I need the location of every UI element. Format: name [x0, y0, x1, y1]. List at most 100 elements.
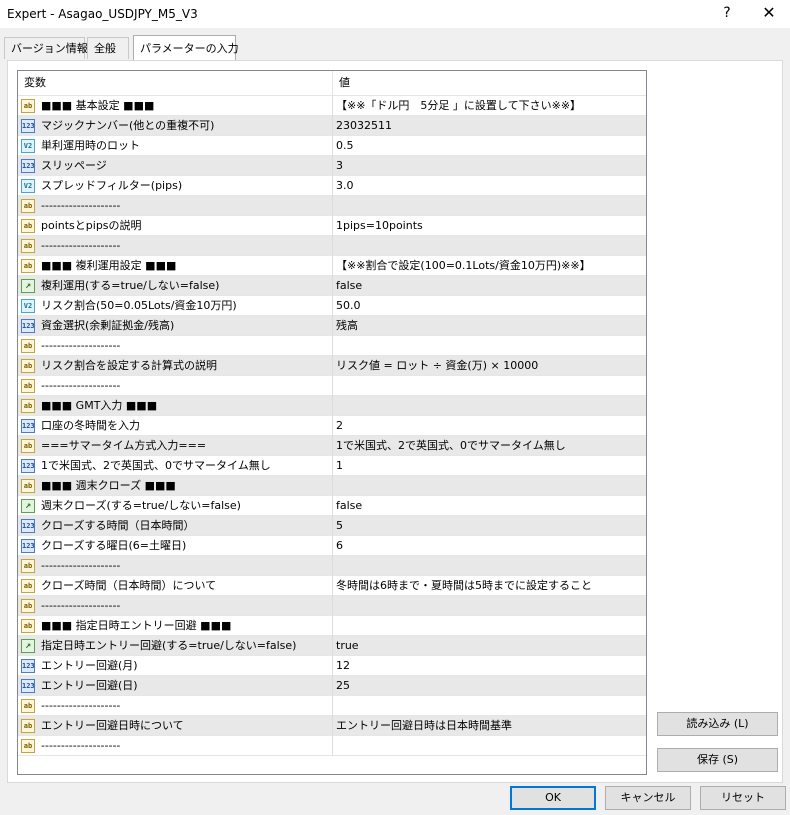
- table-row[interactable]: V2 単利運用時のロット 0.5: [18, 136, 646, 156]
- table-row[interactable]: 123 エントリー回避(月) 12: [18, 656, 646, 676]
- table-row[interactable]: ab エントリー回避日時について エントリー回避日時は日本時間基準: [18, 716, 646, 736]
- variable-cell[interactable]: ab --------------------: [18, 696, 333, 716]
- value-cell[interactable]: [333, 396, 646, 416]
- variable-cell[interactable]: 123 クローズする時間（日本時間）: [18, 516, 333, 536]
- variable-cell[interactable]: 123 口座の冬時間を入力: [18, 416, 333, 436]
- value-cell[interactable]: [333, 556, 646, 576]
- load-button[interactable]: 読み込み (L): [657, 712, 778, 736]
- table-row[interactable]: ab --------------------: [18, 336, 646, 356]
- variable-cell[interactable]: ↗ 週末クローズ(する=true/しない=false): [18, 496, 333, 516]
- table-row[interactable]: ab --------------------: [18, 556, 646, 576]
- value-cell[interactable]: true: [333, 636, 646, 656]
- table-row[interactable]: 123 クローズする時間（日本時間） 5: [18, 516, 646, 536]
- value-cell[interactable]: [333, 616, 646, 636]
- variable-cell[interactable]: 123 マジックナンバー(他との重複不可): [18, 116, 333, 136]
- variable-cell[interactable]: ↗ 指定日時エントリー回避(する=true/しない=false): [18, 636, 333, 656]
- value-cell[interactable]: エントリー回避日時は日本時間基準: [333, 716, 646, 736]
- variable-cell[interactable]: ab --------------------: [18, 556, 333, 576]
- table-row[interactable]: 123 エントリー回避(日) 25: [18, 676, 646, 696]
- close-button[interactable]: ✕: [752, 2, 786, 24]
- table-row[interactable]: ab pointsとpipsの説明 1pips=10points: [18, 216, 646, 236]
- variable-cell[interactable]: ab エントリー回避日時について: [18, 716, 333, 736]
- value-cell[interactable]: 1で米国式、2で英国式、0でサマータイム無し: [333, 436, 646, 456]
- value-cell[interactable]: 1pips=10points: [333, 216, 646, 236]
- variable-cell[interactable]: 123 エントリー回避(日): [18, 676, 333, 696]
- table-row[interactable]: 123 口座の冬時間を入力 2: [18, 416, 646, 436]
- value-cell[interactable]: 残高: [333, 316, 646, 336]
- table-row[interactable]: ab ===サマータイム方式入力=== 1で米国式、2で英国式、0でサマータイム無し: [18, 436, 646, 456]
- table-row[interactable]: ab --------------------: [18, 376, 646, 396]
- help-button[interactable]: ?: [712, 2, 742, 24]
- table-row[interactable]: ↗ 週末クローズ(する=true/しない=false) false: [18, 496, 646, 516]
- table-row[interactable]: ab --------------------: [18, 736, 646, 756]
- variable-cell[interactable]: V2 単利運用時のロット: [18, 136, 333, 156]
- variable-cell[interactable]: ab リスク割合を設定する計算式の説明: [18, 356, 333, 376]
- variable-cell[interactable]: ab pointsとpipsの説明: [18, 216, 333, 236]
- value-cell[interactable]: 3: [333, 156, 646, 176]
- table-row[interactable]: 123 スリッページ 3: [18, 156, 646, 176]
- save-button[interactable]: 保存 (S): [657, 748, 778, 772]
- variable-cell[interactable]: 123 スリッページ: [18, 156, 333, 176]
- table-row[interactable]: ab ■■■ GMT入力 ■■■: [18, 396, 646, 416]
- table-row[interactable]: 123 資金選択(余剰証拠金/残高) 残高: [18, 316, 646, 336]
- value-cell[interactable]: 3.0: [333, 176, 646, 196]
- variable-cell[interactable]: 123 エントリー回避(月): [18, 656, 333, 676]
- tab-parameters[interactable]: パラメーターの入力: [133, 35, 239, 60]
- variable-cell[interactable]: V2 スプレッドフィルター(pips): [18, 176, 333, 196]
- variable-cell[interactable]: 123 資金選択(余剰証拠金/残高): [18, 316, 333, 336]
- value-cell[interactable]: 50.0: [333, 296, 646, 316]
- variable-cell[interactable]: 123 クローズする曜日(6=土曜日): [18, 536, 333, 556]
- variable-cell[interactable]: ab ■■■ 週末クローズ ■■■: [18, 476, 333, 496]
- value-cell[interactable]: [333, 596, 646, 616]
- variable-cell[interactable]: 123 1で米国式、2で英国式、0でサマータイム無し: [18, 456, 333, 476]
- variable-cell[interactable]: ab --------------------: [18, 736, 333, 756]
- ok-button[interactable]: OK: [510, 786, 596, 810]
- table-row[interactable]: ab ■■■ 週末クローズ ■■■: [18, 476, 646, 496]
- column-header-value[interactable]: 値: [333, 71, 646, 95]
- variable-cell[interactable]: V2 リスク割合(50=0.05Lots/資金10万円): [18, 296, 333, 316]
- value-cell[interactable]: 0.5: [333, 136, 646, 156]
- table-row[interactable]: 123 1で米国式、2で英国式、0でサマータイム無し 1: [18, 456, 646, 476]
- table-row[interactable]: 123 クローズする曜日(6=土曜日) 6: [18, 536, 646, 556]
- variable-cell[interactable]: ab --------------------: [18, 196, 333, 216]
- value-cell[interactable]: false: [333, 276, 646, 296]
- table-row[interactable]: ab --------------------: [18, 596, 646, 616]
- table-row[interactable]: 123 マジックナンバー(他との重複不可) 23032511: [18, 116, 646, 136]
- table-row[interactable]: ab --------------------: [18, 696, 646, 716]
- value-cell[interactable]: [333, 476, 646, 496]
- value-cell[interactable]: 25: [333, 676, 646, 696]
- value-cell[interactable]: 冬時間は6時まで・夏時間は5時までに設定すること: [333, 576, 646, 596]
- variable-cell[interactable]: ab ■■■ 複利運用設定 ■■■: [18, 256, 333, 276]
- variable-cell[interactable]: ab ■■■ 指定日時エントリー回避 ■■■: [18, 616, 333, 636]
- table-row[interactable]: V2 リスク割合(50=0.05Lots/資金10万円) 50.0: [18, 296, 646, 316]
- table-row[interactable]: ab ■■■ 基本設定 ■■■ 【※※「ドル円 5分足 」に設置して下さい※※】: [18, 96, 646, 116]
- value-cell[interactable]: [333, 336, 646, 356]
- variable-cell[interactable]: ab ===サマータイム方式入力===: [18, 436, 333, 456]
- variable-cell[interactable]: ab --------------------: [18, 376, 333, 396]
- cancel-button[interactable]: キャンセル: [605, 786, 691, 810]
- column-header-variable[interactable]: 変数: [18, 71, 333, 95]
- table-row[interactable]: ab --------------------: [18, 196, 646, 216]
- value-cell[interactable]: 5: [333, 516, 646, 536]
- table-row[interactable]: ab ■■■ 指定日時エントリー回避 ■■■: [18, 616, 646, 636]
- variable-cell[interactable]: ab --------------------: [18, 336, 333, 356]
- value-cell[interactable]: [333, 196, 646, 216]
- table-row[interactable]: ab リスク割合を設定する計算式の説明 リスク値 = ロット ÷ 資金(万) × 1…: [18, 356, 646, 376]
- value-cell[interactable]: [333, 376, 646, 396]
- table-row[interactable]: ab --------------------: [18, 236, 646, 256]
- value-cell[interactable]: [333, 236, 646, 256]
- reset-button[interactable]: リセット: [700, 786, 786, 810]
- value-cell[interactable]: 【※※割合で設定(100=0.1Lots/資金10万円)※※】: [333, 256, 646, 276]
- value-cell[interactable]: 6: [333, 536, 646, 556]
- tab-general[interactable]: 全般: [87, 37, 129, 59]
- table-row[interactable]: V2 スプレッドフィルター(pips) 3.0: [18, 176, 646, 196]
- value-cell[interactable]: 23032511: [333, 116, 646, 136]
- value-cell[interactable]: 【※※「ドル円 5分足 」に設置して下さい※※】: [333, 96, 646, 116]
- value-cell[interactable]: 12: [333, 656, 646, 676]
- variable-cell[interactable]: ↗ 複利運用(する=true/しない=false): [18, 276, 333, 296]
- variable-cell[interactable]: ab --------------------: [18, 236, 333, 256]
- value-cell[interactable]: 1: [333, 456, 646, 476]
- table-row[interactable]: ↗ 複利運用(する=true/しない=false) false: [18, 276, 646, 296]
- value-cell[interactable]: リスク値 = ロット ÷ 資金(万) × 10000: [333, 356, 646, 376]
- variable-cell[interactable]: ab ■■■ 基本設定 ■■■: [18, 96, 333, 116]
